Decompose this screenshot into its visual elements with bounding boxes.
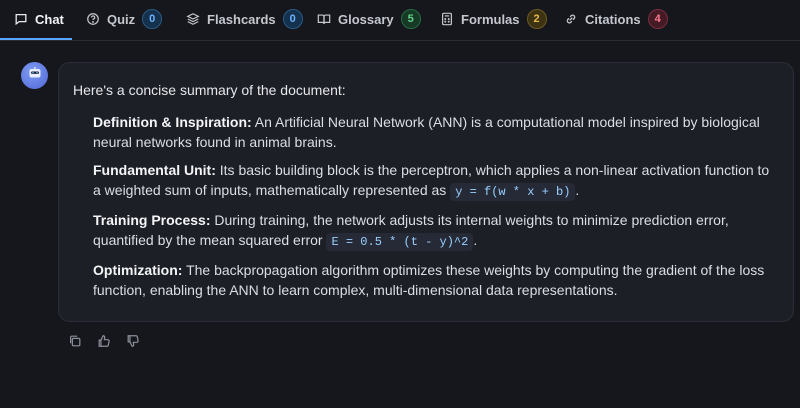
book-open-icon <box>317 12 331 26</box>
help-circle-icon <box>86 12 100 26</box>
item-punctuation: . <box>575 182 580 198</box>
formulas-count-badge: 2 <box>526 9 547 29</box>
calculator-icon <box>440 12 454 26</box>
tab-glossary[interactable]: Glossary 5 <box>317 0 421 38</box>
bot-icon <box>27 65 43 86</box>
formula-code: y = f(w * x + b) <box>450 183 576 201</box>
tab-chat[interactable]: Chat <box>0 0 72 40</box>
assistant-message: Here's a concise summary of the document… <box>58 62 794 322</box>
message-actions <box>68 334 140 348</box>
citations-count-badge: 4 <box>647 9 668 29</box>
tab-quiz[interactable]: Quiz 0 <box>86 0 163 38</box>
assistant-avatar <box>21 62 48 89</box>
tab-flashcards[interactable]: Flashcards 0 <box>186 0 303 38</box>
item-punctuation: . <box>473 232 478 248</box>
tab-citations[interactable]: Citations 4 <box>564 0 668 38</box>
tab-label: Citations <box>585 11 641 27</box>
formula-code: E = 0.5 * (t - y)^2 <box>326 233 474 251</box>
link-icon <box>564 12 578 26</box>
summary-item-fundamental-unit: Fundamental Unit: Its basic building blo… <box>93 160 779 202</box>
summary-item-training-process: Training Process: During training, the n… <box>93 210 779 252</box>
thumbs-down-icon[interactable] <box>126 334 140 348</box>
quiz-count-badge: 0 <box>142 9 163 29</box>
item-title: Training Process: <box>93 212 211 228</box>
layers-icon <box>186 12 200 26</box>
tab-label: Quiz <box>107 11 136 27</box>
item-title: Optimization: <box>93 262 183 278</box>
thumbs-up-icon[interactable] <box>97 334 111 348</box>
tab-label: Formulas <box>461 11 520 27</box>
summary-item-optimization: Optimization: The backpropagation algori… <box>93 260 779 300</box>
item-text: The backpropagation algorithm optimizes … <box>93 262 765 298</box>
chat-icon <box>14 12 28 26</box>
glossary-count-badge: 5 <box>400 9 421 29</box>
tab-bar: Chat Quiz 0 Flashcards 0 Glossary 5 Form… <box>0 0 800 41</box>
item-title: Fundamental Unit: <box>93 162 216 178</box>
item-title: Definition & Inspiration: <box>93 114 252 130</box>
active-tab-indicator <box>0 38 72 40</box>
tab-formulas[interactable]: Formulas 2 <box>440 0 547 38</box>
flashcards-count-badge: 0 <box>282 9 303 29</box>
summary-item-definition: Definition & Inspiration: An Artificial … <box>93 112 779 152</box>
tab-label: Flashcards <box>207 11 276 27</box>
message-intro: Here's a concise summary of the document… <box>73 82 346 98</box>
tab-label: Chat <box>35 11 64 27</box>
copy-icon[interactable] <box>68 334 82 348</box>
tab-label: Glossary <box>338 11 394 27</box>
